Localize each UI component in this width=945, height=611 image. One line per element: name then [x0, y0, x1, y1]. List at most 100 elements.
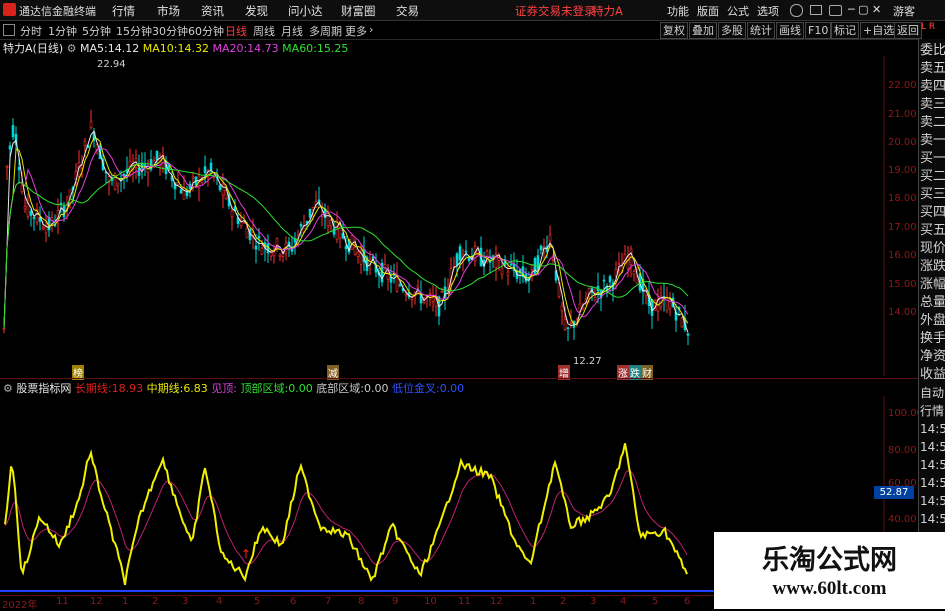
- candle-body: [686, 333, 690, 336]
- candle-body: [182, 186, 186, 200]
- draw-button[interactable]: 画线: [776, 22, 804, 39]
- sidebar-item: 外盘: [920, 313, 945, 328]
- period-tab-multi[interactable]: 多周期: [309, 23, 342, 39]
- settings-icon[interactable]: ⚙: [67, 42, 77, 55]
- indicator-legend: ⚙ 股票指标网 长期线:18.93 中期线:6.83 见顶: 顶部区域:0.00…: [0, 380, 464, 396]
- date-tick: 2: [560, 596, 567, 607]
- period-tab-timeshare[interactable]: 分时: [20, 23, 42, 39]
- sidebar-item: 净资: [920, 349, 945, 364]
- menu-item-discover[interactable]: 发现: [245, 3, 268, 19]
- candle-body: [332, 228, 336, 235]
- candle-body: [203, 166, 207, 173]
- candle-body: [353, 246, 357, 255]
- period-tab-more[interactable]: 更多: [345, 23, 367, 39]
- period-tab-daily[interactable]: 日线: [225, 23, 247, 39]
- candle-body: [89, 121, 93, 128]
- candle-body: [299, 224, 303, 227]
- multi-stock-button[interactable]: 多股: [718, 22, 746, 39]
- candle-body: [566, 327, 570, 330]
- top-signal-label: 见顶:: [211, 382, 238, 395]
- date-tick: 8: [358, 596, 365, 607]
- sidebar-item: 委比: [920, 43, 945, 58]
- add-watchlist-button[interactable]: +自选: [860, 22, 898, 39]
- sidebar-item: 买四: [920, 205, 945, 220]
- sidebar-item: 买二: [920, 169, 945, 184]
- menu-options[interactable]: 选项: [757, 3, 779, 19]
- price-tick: 19.00: [888, 165, 917, 176]
- window-controls[interactable]: ─ ▢ ✕: [848, 3, 881, 16]
- candle-body: [467, 257, 471, 261]
- period-tab-30min[interactable]: 30分钟: [152, 23, 188, 39]
- menu-item-trade[interactable]: 交易: [396, 3, 419, 19]
- watermark-url: www.60lt.com: [772, 578, 887, 599]
- login-status[interactable]: 证券交易未登录: [515, 3, 596, 19]
- period-tab-1min[interactable]: 1分钟: [48, 23, 77, 39]
- menu-item-ask[interactable]: 问小达: [288, 3, 323, 19]
- period-tab-60min[interactable]: 60分钟: [188, 23, 224, 39]
- menu-item-market[interactable]: 市场: [157, 3, 180, 19]
- candle-body: [500, 267, 504, 275]
- guest-label[interactable]: 游客: [893, 3, 915, 19]
- candle-body: [272, 251, 276, 257]
- sidebar-item: 收益: [920, 367, 945, 382]
- candle-body: [266, 243, 270, 254]
- ma20-value: 14.73: [247, 42, 279, 55]
- sidebar-bottom-item: 14:5: [920, 494, 945, 508]
- menu-layout[interactable]: 版面: [697, 3, 719, 19]
- ma10-label: MA10:: [142, 42, 178, 55]
- candle-body: [200, 180, 204, 183]
- sidebar-item: 卖二: [920, 115, 945, 130]
- menu-function[interactable]: 功能: [667, 3, 689, 19]
- candle-body: [455, 253, 459, 266]
- candle-body: [410, 297, 414, 300]
- long-line-value: 18.93: [111, 382, 144, 395]
- more-chevron-icon[interactable]: ›: [369, 23, 373, 36]
- candle-body: [608, 276, 612, 283]
- date-tick: 4: [620, 596, 627, 607]
- period-tab-monthly[interactable]: 月线: [281, 23, 303, 39]
- message-icon[interactable]: [810, 5, 822, 15]
- candle-body: [560, 305, 564, 312]
- layout-icon[interactable]: [3, 24, 15, 36]
- menu-item-news[interactable]: 资讯: [201, 3, 224, 19]
- sidebar-item: 买五: [920, 223, 945, 238]
- sidebar-item: 买一: [920, 151, 945, 166]
- candle-body: [680, 317, 684, 328]
- f10-button[interactable]: F10: [805, 22, 832, 39]
- period-tab-weekly[interactable]: 周线: [253, 23, 275, 39]
- overlay-button[interactable]: 叠加: [689, 22, 717, 39]
- statistics-button[interactable]: 统计: [747, 22, 775, 39]
- candle-body: [602, 279, 606, 282]
- price-tick: 22.00: [888, 80, 917, 91]
- low-price-label: 12.27: [573, 356, 602, 367]
- sidebar-lr-toggle[interactable]: L R: [921, 22, 935, 32]
- menu-item-fortune[interactable]: 财富圈: [341, 3, 376, 19]
- sidebar-item: 涨跌: [920, 259, 945, 274]
- candle-body: [11, 125, 15, 138]
- notification-icon[interactable]: [790, 4, 803, 17]
- candle-body: [539, 245, 543, 251]
- back-button[interactable]: 返回: [894, 22, 922, 39]
- adjust-button[interactable]: 复权: [660, 22, 688, 39]
- date-tick: 12: [490, 596, 503, 607]
- watermark-title: 乐淘公式网: [762, 545, 897, 576]
- indicator-settings-icon[interactable]: ⚙: [3, 382, 13, 395]
- candlestick-chart[interactable]: [0, 56, 918, 376]
- period-tab-15min[interactable]: 15分钟: [116, 23, 152, 39]
- sidebar-item: 卖四: [920, 79, 945, 94]
- main-chart-legend: 特力A(日线) ⚙ MA5:14.12 MA10:14.32 MA20:14.7…: [0, 40, 348, 56]
- price-tick: 16.00: [888, 250, 917, 261]
- buy-signal-arrow-icon: ↑: [241, 547, 251, 561]
- chat-icon[interactable]: [829, 5, 842, 16]
- candle-body: [116, 182, 120, 186]
- bottom-zone-value: 0.00: [363, 382, 389, 395]
- mark-button[interactable]: 标记: [831, 22, 859, 39]
- period-tab-5min[interactable]: 5分钟: [82, 23, 111, 39]
- menu-item-quotes[interactable]: 行情: [112, 3, 135, 19]
- date-tick: 5: [254, 596, 261, 607]
- indicator-name: 股票指标网: [16, 382, 72, 395]
- candle-body: [431, 297, 435, 302]
- menu-formula[interactable]: 公式: [727, 3, 749, 19]
- sidebar-item: 现价: [920, 241, 945, 256]
- sidebar-item: 卖一: [920, 133, 945, 148]
